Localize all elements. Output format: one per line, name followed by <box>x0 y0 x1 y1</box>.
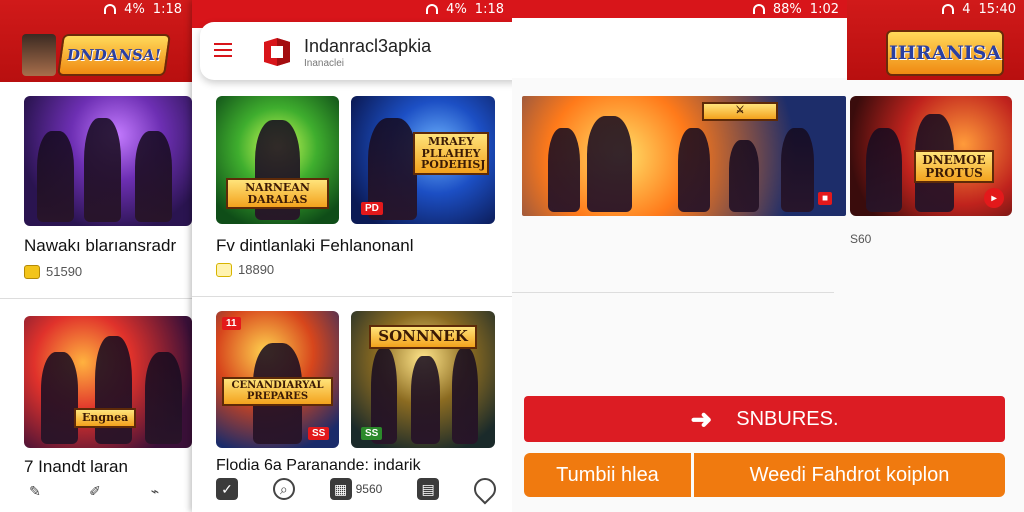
banner-logo: ⚔ <box>702 102 778 121</box>
battery-text: 88% <box>772 1 802 17</box>
play-icon: ▸ <box>984 188 1004 208</box>
section-title[interactable]: Flodia 6a Paranande: indarik <box>216 457 421 475</box>
location-icon[interactable] <box>469 473 501 505</box>
game-thumbnail[interactable] <box>24 96 192 226</box>
game-art-label: Engnea <box>74 408 137 428</box>
rating-badge: SS <box>361 427 383 440</box>
primary-button-label: SNBURES. <box>736 407 839 430</box>
game-thumbnail[interactable]: SONNNEK SS <box>351 311 495 448</box>
side-price: S60 <box>850 232 872 246</box>
bottom-navigation: ✎ ✐ ⌁ <box>24 480 166 502</box>
character-avatar <box>22 34 56 76</box>
home-icon[interactable]: ✓ <box>216 478 238 500</box>
left-phone-screen: 4% 1:18 DNDANSA! Nawakı blarıansradr 515… <box>0 0 192 512</box>
game-title[interactable]: 7 Inandt laran <box>24 457 128 477</box>
coin-icon <box>216 262 232 277</box>
wifi-icon <box>104 4 117 14</box>
far-right-status-bar: 4 15:40 <box>942 0 1016 18</box>
left-app-header: 4% 1:18 DNDANSA! <box>0 0 192 82</box>
primary-action-button[interactable]: ➜ SNBURES. <box>524 396 1005 442</box>
coin-icon <box>24 264 40 279</box>
secondary-right-button[interactable]: Weedi Fahdrot koiplon <box>694 453 1005 497</box>
game-thumbnail[interactable]: CENANDIARYAL PREPARES 11 SS <box>216 311 339 448</box>
divider <box>0 298 192 299</box>
game-art-label: DNEMOE PROTUS <box>914 150 994 184</box>
game-price: 51590 <box>24 264 82 279</box>
section-title[interactable]: Fv dintlanlaki Fehlanonanl <box>216 236 414 256</box>
bottom-navigation: ✓ ⌕ ▦ 9560 ▤ <box>216 473 501 505</box>
game-art-label: CENANDIARYAL PREPARES <box>222 377 333 406</box>
game-thumbnail[interactable]: Engnea <box>24 316 192 448</box>
rating-badge: ■ <box>818 192 833 205</box>
nav-count: 9560 <box>355 482 383 496</box>
wrench-icon[interactable]: ✎ <box>24 480 46 502</box>
rating-badge: PD <box>361 202 383 215</box>
game-price: 18890 <box>216 262 274 277</box>
game-logo: IHRANISA <box>886 30 1004 76</box>
price-value: 51590 <box>46 264 83 279</box>
app-subtitle: Inanaclei <box>304 58 345 69</box>
battery-text: 4% <box>124 1 145 17</box>
pen-icon[interactable]: ✐ <box>84 480 106 502</box>
menu-icon[interactable] <box>214 43 232 57</box>
left-status-bar: 4% 1:18 <box>104 0 182 18</box>
right-status-bar: 88% 1:02 <box>752 0 839 18</box>
battery-text: 4 <box>962 1 971 17</box>
wifi-icon <box>752 4 765 14</box>
clock: 1:18 <box>474 1 504 17</box>
link-icon[interactable]: ⌁ <box>144 480 166 502</box>
wifi-icon <box>942 4 955 14</box>
secondary-left-button[interactable]: Tumbii hlea <box>524 453 691 497</box>
featured-banner[interactable]: ⚔ ■ <box>522 96 846 216</box>
app-logo-icon <box>264 38 290 66</box>
price-value: 18890 <box>238 262 275 277</box>
game-art-label: MRAEY PLLAHEY PODEHISJ <box>413 132 489 175</box>
game-thumbnail[interactable]: MRAEY PLLAHEY PODEHISJ PD <box>351 96 495 224</box>
rating-badge: SS <box>308 427 330 440</box>
clock: 1:02 <box>809 1 839 17</box>
game-thumbnail[interactable]: NARNEAN DARALAS <box>216 96 339 224</box>
game-art-label: SONNNEK <box>369 325 477 349</box>
battery-text: 4% <box>446 1 467 17</box>
rating-badge: 11 <box>222 317 241 330</box>
arrow-right-icon: ➜ <box>690 403 713 434</box>
nav-item-library[interactable]: ▦ 9560 <box>329 478 383 500</box>
wifi-icon <box>426 4 439 14</box>
game-logo: DNDANSA! <box>57 34 171 76</box>
clock: 15:40 <box>978 1 1016 17</box>
app-name: Indanracl3apkia <box>304 36 432 56</box>
search-icon[interactable]: ⌕ <box>272 478 295 500</box>
center-status-bar: 4% 1:18 <box>426 0 504 18</box>
divider <box>512 292 834 293</box>
game-thumbnail[interactable]: DNEMOE PROTUS ▸ <box>850 96 1012 216</box>
right-phone-screen: 88% 1:02 4 15:40 IHRANISA ⚔ ■ DNEMOE PRO… <box>512 0 1024 512</box>
grid-icon[interactable]: ▤ <box>417 478 440 500</box>
game-art-label: NARNEAN DARALAS <box>226 178 329 210</box>
divider <box>192 296 512 297</box>
game-title[interactable]: Nawakı blarıansradr <box>24 236 176 256</box>
clock: 1:18 <box>152 1 182 17</box>
library-icon: ▦ <box>329 478 352 500</box>
right-status-background: 88% 1:02 <box>512 0 847 18</box>
